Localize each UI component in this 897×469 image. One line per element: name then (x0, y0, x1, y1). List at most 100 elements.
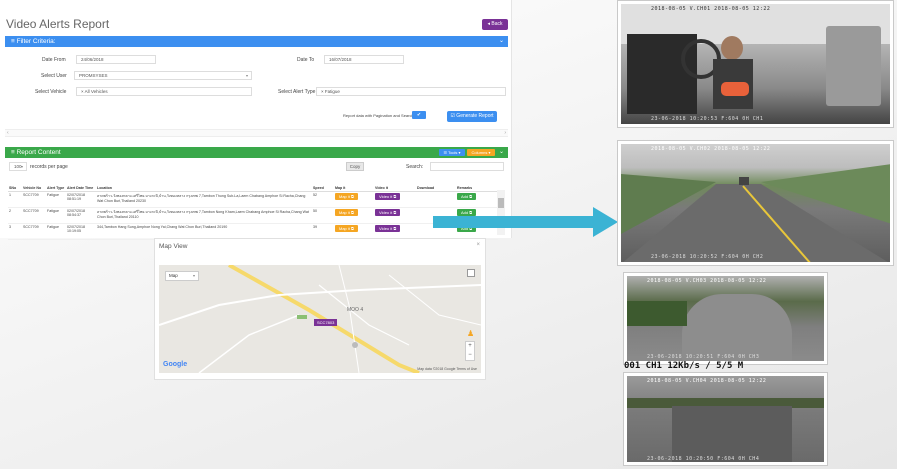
place-label: MOO 4 (347, 307, 364, 313)
copy-button[interactable]: Copy (346, 162, 364, 171)
collapse-chevron-icon[interactable]: ⌄ (499, 147, 504, 158)
camera-timestamp: 23-06-2018 10:20:53 F:604 0H CH1 (651, 116, 764, 122)
cell-vehicle: SCC7709 (22, 207, 46, 224)
column-header[interactable]: Map it (334, 178, 374, 192)
cell-sno: 1 (8, 191, 22, 208)
vehicle-marker[interactable]: SCC7803 (314, 319, 338, 326)
camera-overlay-text: 001 CH1 12Kb/s / 5/5 M (624, 361, 744, 371)
camera-image: 2018-08-05 V.CH01 2018-08-05 12:22 23-06… (621, 4, 890, 124)
cell-download (416, 191, 456, 208)
camera-image: 2018-08-05 V.CH03 2018-08-05 12:22 23-06… (627, 276, 824, 361)
map-view-modal: Map View × Map ▾ SCC7803 MOO 4 ♟ + − Goog… (154, 238, 486, 380)
camera-header: 2018-08-05 V.CH04 2018-08-05 12:22 (647, 378, 767, 384)
fullscreen-icon[interactable] (467, 269, 475, 277)
pagination-label: Report data with Pagination and Search (343, 113, 414, 118)
cell-alert-type: Fatigue (46, 191, 66, 208)
tools-button[interactable]: ☰ Tools ▾ (439, 149, 465, 156)
column-header[interactable]: Download (416, 178, 456, 192)
cell-datetime: 02/07/2018 10:19:05 (66, 223, 96, 240)
camera-header: 2018-08-05 V.CH01 2018-08-05 12:22 (651, 6, 771, 12)
column-header[interactable]: Alert Date Time (66, 178, 96, 192)
cell-datetime: 02/07/2018 08:51:19 (66, 191, 96, 208)
date-to-input[interactable]: 16/07/2018 (324, 55, 404, 64)
camera-timestamp: 23-06-2018 10:20:51 F:604 0H CH3 (647, 354, 760, 360)
report-content-header[interactable]: ≡ Report Content ⌄ (5, 147, 508, 158)
close-icon[interactable]: × (476, 242, 480, 248)
map-type-value: Map (169, 273, 178, 278)
camera-frame-side[interactable]: 2018-08-05 V.CH03 2018-08-05 12:22 23-06… (623, 272, 828, 365)
horizontal-scrollbar[interactable]: ‹ › (5, 129, 508, 137)
column-header[interactable]: Location (96, 178, 312, 192)
street-view-icon[interactable]: ♟ (467, 329, 474, 338)
map-canvas[interactable]: Map ▾ SCC7803 MOO 4 ♟ + − Google Map data… (159, 265, 481, 373)
cell-video: Video it ⧉ (374, 191, 416, 208)
map-it-button[interactable]: Map it ⧉ (335, 192, 358, 200)
dropdown-caret-icon: ▾ (192, 273, 195, 278)
driver-head (721, 36, 743, 60)
report-content-title: ≡ Report Content (11, 149, 61, 156)
orange-object (721, 82, 749, 96)
google-logo: Google (163, 361, 188, 368)
column-header[interactable]: Video it (374, 178, 416, 192)
camera-frame-cabin[interactable]: 2018-08-05 V.CH01 2018-08-05 12:22 23-06… (617, 0, 894, 128)
cell-datetime: 02/07/2018 08:54:37 (66, 207, 96, 224)
search-input[interactable] (430, 162, 504, 171)
dropdown-caret-icon: ▾ (20, 164, 23, 169)
generate-report-button[interactable]: ☑ Generate Report (447, 111, 497, 122)
camera-frame-road[interactable]: 2018-08-05 V.CH02 2018-08-05 12:22 23-06… (617, 140, 894, 266)
column-header[interactable]: Vehicle No (22, 178, 46, 192)
vehicle-label: Select Vehicle (35, 89, 67, 95)
table-row: 2 SCC7709 Fatigue 02/07/2018 08:54:37 ลา… (8, 207, 498, 224)
video-it-button[interactable]: Video it ⧉ (375, 224, 401, 232)
column-header[interactable]: SNo (8, 178, 22, 192)
cell-alert-type: Fatigue (46, 207, 66, 224)
records-per-page-label: records per page (30, 164, 68, 170)
pagination-toggle[interactable]: ✔ (412, 111, 426, 119)
dropdown-caret-icon: ▾ (245, 73, 248, 78)
alert-type-select[interactable]: × Fatigue (316, 87, 506, 96)
cell-location: ลาดพร้าว-วังทองหลาง-เสรีไทย-บางกะปิ,บ้าน… (96, 191, 312, 208)
cell-speed: 39 (312, 223, 334, 240)
cell-vehicle: SCC7709 (22, 223, 46, 240)
map-it-button[interactable]: Map it ⧉ (335, 224, 358, 232)
cell-vehicle: SCC7709 (22, 191, 46, 208)
cell-sno: 2 (8, 207, 22, 224)
scroll-right-icon[interactable]: › (504, 130, 506, 137)
camera-header: 2018-08-05 V.CH03 2018-08-05 12:22 (647, 278, 767, 284)
table-row: 1 SCC7709 Fatigue 02/07/2018 08:51:19 ลา… (8, 191, 498, 208)
page-title: Video Alerts Report (6, 17, 110, 31)
back-button[interactable]: ◂ Back (482, 19, 508, 30)
pointer-arrow (433, 207, 618, 237)
column-header[interactable]: Alert Type (46, 178, 66, 192)
collapse-chevron-icon[interactable]: ⌄ (499, 36, 504, 47)
columns-button[interactable]: Columns ▾ (467, 149, 495, 156)
date-from-label: Date From (42, 57, 66, 63)
truck-body (682, 294, 792, 361)
column-header[interactable]: Speed (312, 178, 334, 192)
cell-video: Video it ⧉ (374, 207, 416, 224)
cell-location: 344,Tambon Hang Sung,Amphoe Nong Yai,Cha… (96, 223, 312, 240)
cell-map: Map it ⧉ (334, 191, 374, 208)
user-select-value: PROMSYSES (79, 73, 108, 78)
records-per-page-select[interactable]: 100 ▾ (9, 162, 27, 171)
map-type-select[interactable]: Map ▾ (165, 271, 199, 281)
cell-map: Map it ⧉ (334, 207, 374, 224)
date-from-input[interactable]: 24/06/2018 (76, 55, 156, 64)
user-select[interactable]: PROMSYSES ▾ (74, 71, 252, 80)
vehicle-select[interactable]: × All Vehicles (76, 87, 252, 96)
camera-header: 2018-08-05 V.CH02 2018-08-05 12:22 (651, 146, 771, 152)
video-it-button[interactable]: Video it ⧉ (375, 192, 401, 200)
filter-criteria-header[interactable]: ≡ Filter Criteria: ⌄ (5, 36, 508, 47)
scroll-left-icon[interactable]: ‹ (7, 130, 9, 137)
table-row: 3 SCC7709 Fatigue 02/07/2018 10:19:05 34… (8, 223, 498, 240)
map-it-button[interactable]: Map it ⧉ (335, 208, 358, 216)
column-header[interactable]: Remarks (456, 178, 498, 192)
cell-alert-type: Fatigue (46, 223, 66, 240)
add-remark-button[interactable]: Add ⧉ (457, 192, 477, 200)
camera-frame-rear[interactable]: 001 CH1 12Kb/s / 5/5 M 2018-08-05 V.CH04… (623, 361, 828, 466)
zoom-in-button[interactable]: + (466, 342, 474, 351)
video-it-button[interactable]: Video it ⧉ (375, 208, 401, 216)
map-view-title: Map View (159, 243, 188, 250)
zoom-out-button[interactable]: − (466, 351, 474, 360)
user-label: Select User (41, 73, 67, 79)
